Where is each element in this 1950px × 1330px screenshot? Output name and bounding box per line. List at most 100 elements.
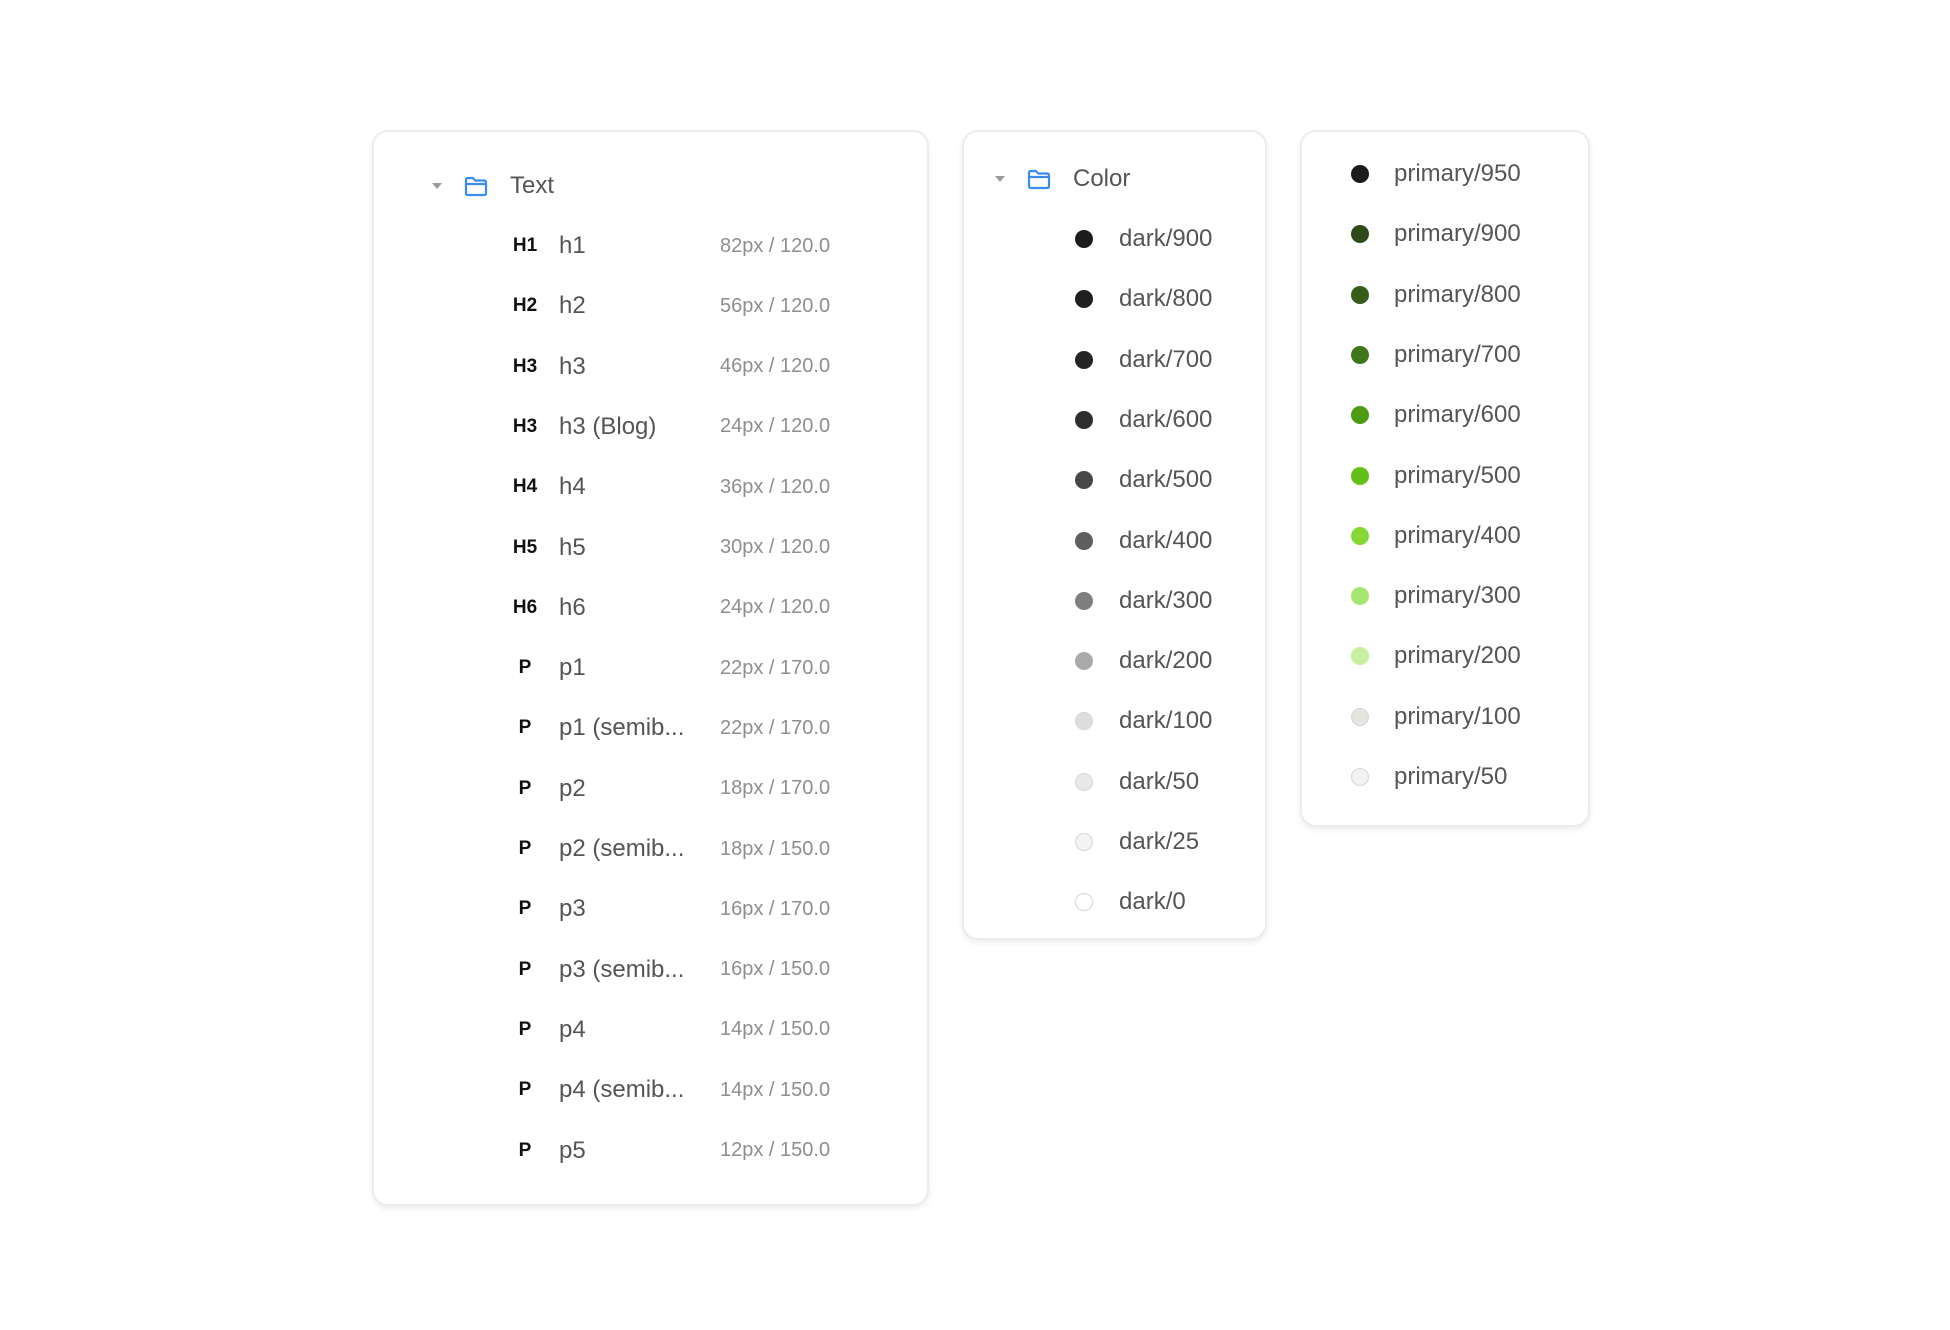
text-style-meta: 22px / 170.0: [720, 656, 831, 679]
text-style-row[interactable]: Pp4 14px / 150.0: [374, 1000, 927, 1060]
text-style-name: p2 (semib...: [559, 835, 685, 862]
caret-down-icon[interactable]: [432, 183, 442, 189]
text-style-name: h5: [559, 533, 586, 561]
text-style-row[interactable]: H3 h3 46px / 120.0: [374, 337, 927, 397]
primary-color-row[interactable]: primary/500: [1302, 446, 1588, 506]
dark-color-row[interactable]: dark/100: [964, 691, 1265, 751]
color-folder-row[interactable]: Color: [995, 149, 1130, 209]
dark-color-row[interactable]: dark/0: [964, 872, 1265, 932]
text-style-row[interactable]: Pp1 (semib... 22px / 170.0: [374, 698, 927, 758]
text-style-tag: P: [518, 717, 532, 739]
primary-color-row[interactable]: primary/950: [1302, 144, 1588, 204]
color-name: primary/50: [1394, 763, 1508, 790]
text-style-tag: P: [518, 1079, 532, 1101]
primary-color-row[interactable]: primary/50: [1302, 747, 1588, 807]
text-style-row[interactable]: Pp1 22px / 170.0: [374, 638, 927, 698]
text-style-name: h3: [559, 352, 586, 380]
primary-color-row[interactable]: primary/600: [1302, 385, 1588, 445]
dark-color-row[interactable]: dark/25: [964, 812, 1265, 872]
primary-color-row[interactable]: primary/300: [1302, 566, 1588, 626]
dark-color-row[interactable]: dark/600: [964, 390, 1265, 450]
color-swatch: [1351, 165, 1369, 183]
color-name: primary/400: [1394, 521, 1521, 549]
folder-icon: [1027, 168, 1051, 190]
text-style-meta: 18px / 150.0: [720, 837, 831, 860]
color-name: dark/700: [1119, 345, 1213, 373]
dark-color-row[interactable]: dark/900: [964, 209, 1265, 269]
text-style-tag: P: [518, 958, 532, 980]
text-style-meta: 22px / 170.0: [720, 716, 831, 739]
text-style-tag: H3: [512, 415, 538, 437]
color-name: dark/600: [1119, 405, 1213, 433]
text-style-row[interactable]: Pp5 12px / 150.0: [374, 1121, 927, 1181]
text-style-tag: H5: [512, 536, 538, 558]
primary-color-row[interactable]: primary/100: [1302, 687, 1588, 747]
text-style-tag: P: [518, 898, 532, 920]
dark-color-row[interactable]: dark/500: [964, 450, 1265, 510]
text-style-name: h2: [559, 292, 586, 320]
color-swatch: [1075, 230, 1093, 248]
text-style-meta: 24px / 120.0: [720, 415, 831, 438]
text-style-row[interactable]: H5 h5 30px / 120.0: [374, 518, 927, 578]
dark-color-row[interactable]: dark/50: [964, 752, 1265, 812]
dark-color-row[interactable]: dark/400: [964, 511, 1265, 571]
text-style-row[interactable]: H2 h2 56px / 120.0: [374, 276, 927, 336]
color-name: primary/800: [1394, 280, 1521, 308]
text-folder-row[interactable]: Text: [432, 156, 554, 216]
color-swatch: [1351, 526, 1369, 545]
color-swatch: [1075, 652, 1093, 671]
text-style-name: p4 (semib...: [559, 1076, 685, 1104]
color-swatch: [1075, 893, 1093, 912]
text-style-name: h1: [559, 232, 586, 259]
dark-color-row[interactable]: dark/300: [964, 571, 1265, 631]
color-name: primary/600: [1394, 401, 1521, 429]
text-style-row[interactable]: H3 h3 (Blog) 24px / 120.0: [374, 397, 927, 457]
primary-color-row[interactable]: primary/200: [1302, 626, 1588, 686]
primary-colors-panel: primary/950 primary/900 primary/800 primary…: [1300, 130, 1590, 827]
color-swatch: [1351, 587, 1369, 606]
color-swatch: [1351, 285, 1369, 304]
color-name: dark/300: [1119, 586, 1213, 614]
dark-color-row[interactable]: dark/700: [964, 330, 1265, 390]
text-style-tag: H2: [512, 295, 538, 317]
text-style-tag: P: [518, 1018, 532, 1040]
text-style-row[interactable]: Pp2 (semib... 18px / 150.0: [374, 819, 927, 879]
text-style-row[interactable]: Pp3 (semib... 16px / 150.0: [374, 940, 927, 1000]
text-style-meta: 12px / 150.0: [720, 1139, 831, 1161]
caret-down-icon[interactable]: [995, 176, 1005, 182]
color-swatch: [1075, 591, 1093, 610]
text-style-row[interactable]: Pp2 18px / 170.0: [374, 759, 927, 819]
color-name: primary/100: [1394, 702, 1521, 730]
color-name: primary/700: [1394, 340, 1521, 368]
text-style-meta: 14px / 150.0: [720, 1018, 831, 1041]
color-name: dark/50: [1119, 767, 1200, 795]
color-name: primary/500: [1394, 461, 1521, 489]
text-style-name: p1 (semib...: [559, 714, 685, 742]
color-swatch: [1075, 772, 1093, 791]
text-style-name: h3 (Blog): [559, 412, 657, 440]
primary-color-row[interactable]: primary/900: [1302, 204, 1588, 264]
color-name: dark/400: [1119, 526, 1213, 554]
text-style-row[interactable]: H6 h6 24px / 120.0: [374, 578, 927, 638]
dark-color-row[interactable]: dark/200: [964, 631, 1265, 691]
color-name: dark/25: [1119, 828, 1200, 855]
color-name: dark/900: [1119, 225, 1213, 252]
text-style-name: p4: [559, 1015, 586, 1043]
dark-color-row[interactable]: dark/800: [964, 269, 1265, 329]
text-style-name: p5: [559, 1136, 586, 1164]
text-style-tag: H3: [512, 355, 538, 377]
color-name: dark/800: [1119, 285, 1213, 313]
color-name: primary/950: [1394, 160, 1521, 187]
text-style-tag: P: [518, 777, 532, 799]
primary-color-row[interactable]: primary/700: [1302, 325, 1588, 385]
text-style-row[interactable]: H1 h1 82px / 120.0: [374, 216, 927, 276]
color-name: dark/100: [1119, 707, 1213, 735]
color-swatch: [1075, 410, 1093, 429]
color-swatch: [1075, 833, 1093, 851]
text-style-row[interactable]: Pp3 16px / 170.0: [374, 879, 927, 939]
text-style-row[interactable]: H4 h4 36px / 120.0: [374, 457, 927, 517]
text-style-tag: H1: [512, 235, 538, 256]
primary-color-row[interactable]: primary/400: [1302, 506, 1588, 566]
text-style-row[interactable]: Pp4 (semib... 14px / 150.0: [374, 1060, 927, 1120]
primary-color-row[interactable]: primary/800: [1302, 265, 1588, 325]
